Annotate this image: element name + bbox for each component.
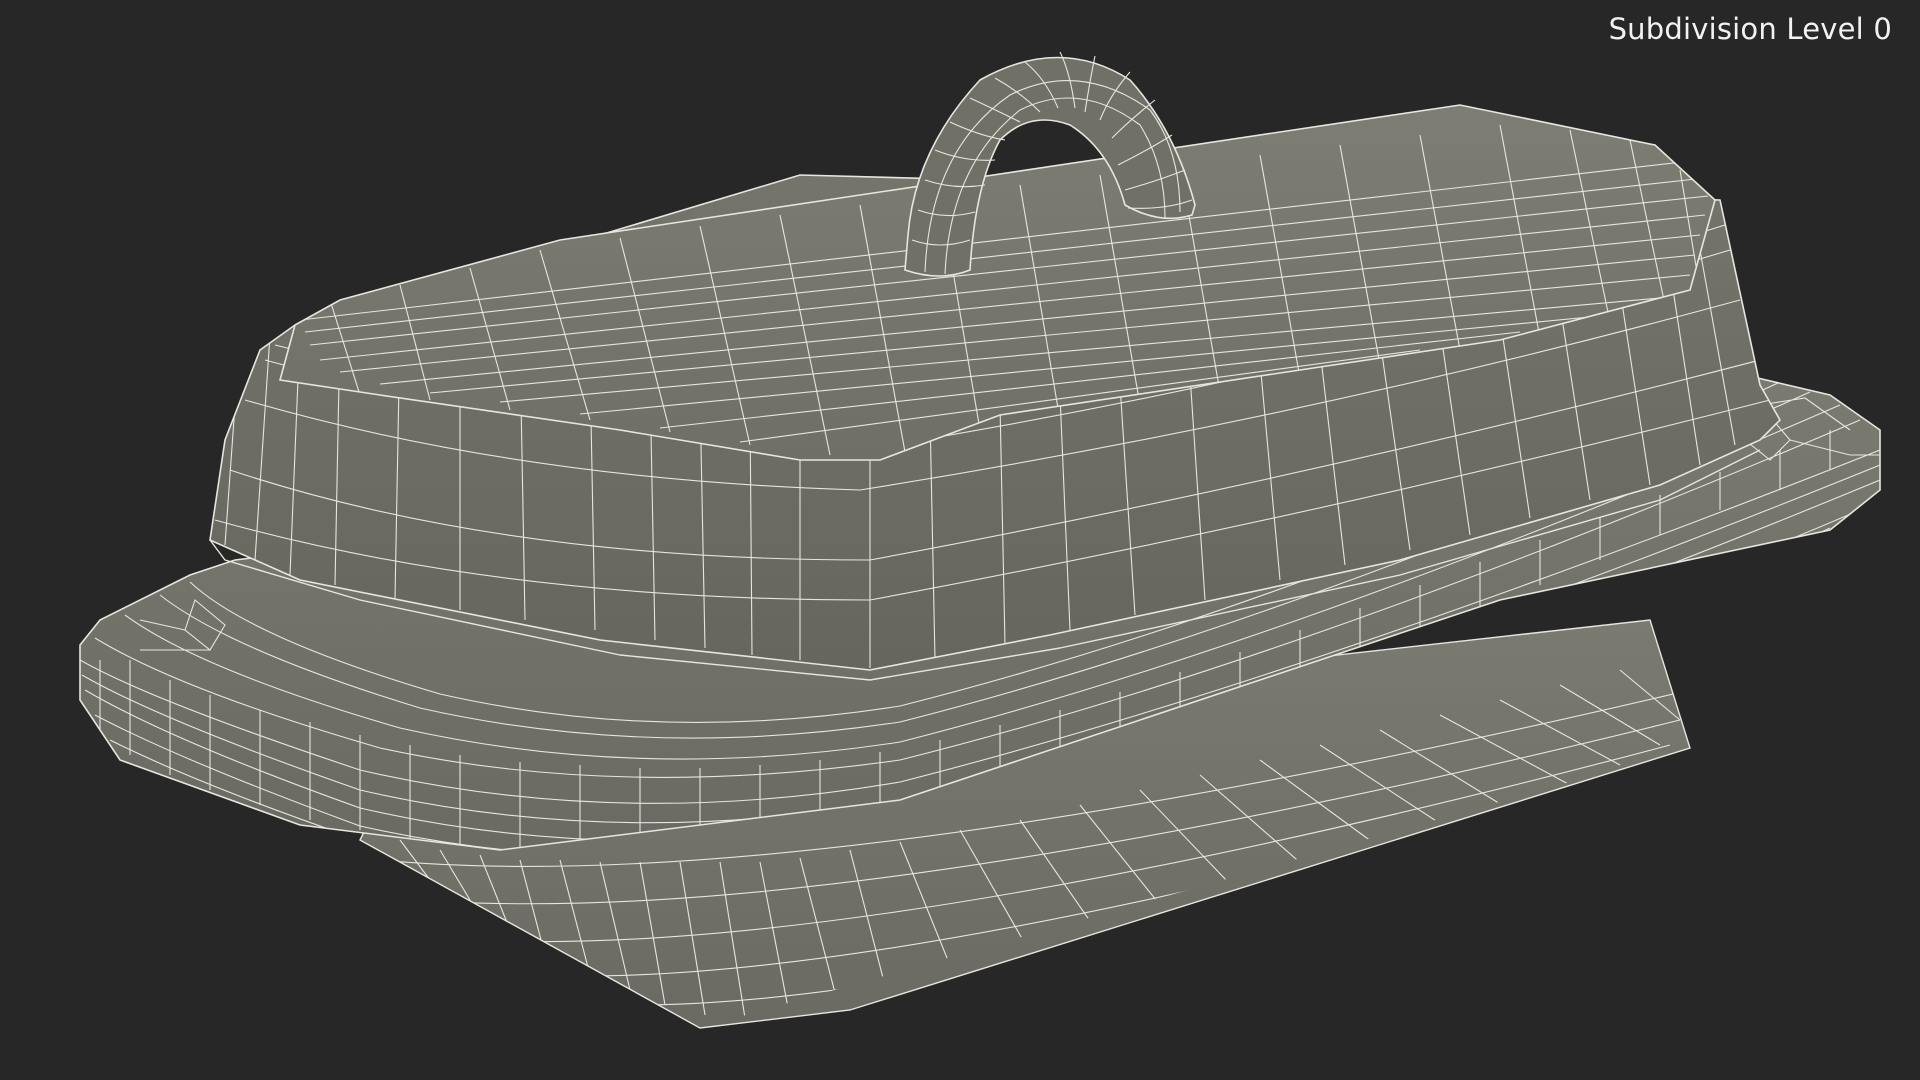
- subdivision-level-label: Subdivision Level 0: [1608, 12, 1892, 46]
- wireframe-render: [79, 51, 1881, 1029]
- render-viewport: Subdivision Level 0: [0, 0, 1920, 1080]
